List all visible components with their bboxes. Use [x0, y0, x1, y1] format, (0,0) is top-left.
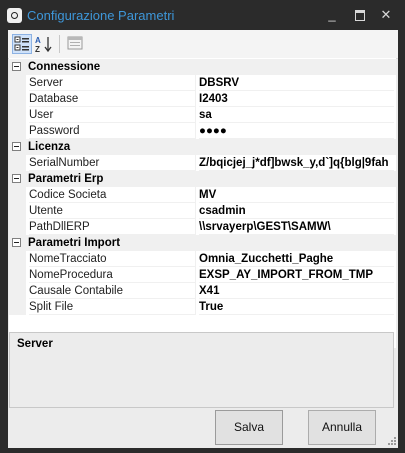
collapse-icon[interactable]: [12, 174, 21, 183]
property-value[interactable]: csadmin: [199, 203, 394, 219]
category-label: Licenza: [28, 141, 71, 153]
property-name: PathDllERP: [29, 219, 196, 235]
property-pages-icon: [67, 36, 83, 50]
category-label: Connessione: [28, 61, 101, 73]
close-button[interactable]: ✕: [376, 6, 396, 24]
property-row-user[interactable]: User sa: [9, 107, 396, 123]
property-name: Codice Societa: [29, 187, 196, 203]
row-margin: [9, 219, 26, 235]
row-margin: [9, 251, 26, 267]
property-value[interactable]: sa: [199, 107, 394, 123]
svg-text:A: A: [35, 36, 41, 45]
row-margin: [9, 107, 26, 123]
row-margin: [9, 283, 26, 299]
save-button[interactable]: Salva: [215, 410, 283, 445]
property-value[interactable]: DBSRV: [199, 75, 394, 91]
dialog-body: A Z Connessione Server DBSRV Database I2…: [8, 30, 398, 448]
row-margin: [9, 91, 26, 107]
property-row-password[interactable]: Password ●●●●: [9, 123, 396, 139]
category-licenza[interactable]: Licenza: [9, 139, 396, 155]
app-icon: [7, 8, 22, 23]
property-value[interactable]: True: [199, 299, 394, 315]
property-row-serialnumber[interactable]: SerialNumber Z/bqicjej_j*df]bwsk_y,d`]q{…: [9, 155, 396, 171]
row-margin: [9, 155, 26, 171]
row-margin: [9, 75, 26, 91]
alphabetical-button[interactable]: A Z: [34, 34, 54, 54]
property-value[interactable]: Z/bqicjej_j*df]bwsk_y,d`]q{blg|9fah: [199, 155, 394, 171]
category-connessione[interactable]: Connessione: [9, 59, 396, 75]
property-grid-toolbar: A Z: [8, 30, 398, 59]
maximize-icon: [355, 10, 365, 21]
category-parametri-erp[interactable]: Parametri Erp: [9, 171, 396, 187]
property-row-split-file[interactable]: Split File True: [9, 299, 396, 315]
row-margin: [9, 123, 26, 139]
property-value[interactable]: X41: [199, 283, 394, 299]
property-row-nometracciato[interactable]: NomeTracciato Omnia_Zucchetti_Paghe: [9, 251, 396, 267]
property-row-utente[interactable]: Utente csadmin: [9, 203, 396, 219]
property-value[interactable]: I2403: [199, 91, 394, 107]
svg-text:Z: Z: [35, 45, 40, 54]
property-row-nomeprocedura[interactable]: NomeProcedura EXSP_AY_IMPORT_FROM_TMP: [9, 267, 396, 283]
property-name: NomeTracciato: [29, 251, 196, 267]
property-row-database[interactable]: Database I2403: [9, 91, 396, 107]
property-row-causale-contabile[interactable]: Causale Contabile X41: [9, 283, 396, 299]
property-pages-button[interactable]: [66, 34, 86, 54]
collapse-icon[interactable]: [12, 142, 21, 151]
window: Configurazione Parametri _ ✕ A Z Conness…: [0, 0, 405, 453]
property-row-pathdllerp[interactable]: PathDllERP \\srvayerp\GEST\SAMW\: [9, 219, 396, 235]
property-value[interactable]: Omnia_Zucchetti_Paghe: [199, 251, 394, 267]
category-label: Parametri Erp: [28, 173, 104, 185]
sort-az-icon: A Z: [35, 36, 52, 54]
cancel-button[interactable]: Annulla: [308, 410, 376, 445]
property-name: Database: [29, 91, 196, 107]
property-value[interactable]: EXSP_AY_IMPORT_FROM_TMP: [199, 267, 394, 283]
property-row-codice-societa[interactable]: Codice Societa MV: [9, 187, 396, 203]
property-name: Split File: [29, 299, 196, 315]
categorized-button[interactable]: [12, 34, 32, 54]
maximize-button[interactable]: [350, 6, 370, 24]
property-name: User: [29, 107, 196, 123]
category-label: Parametri Import: [28, 237, 121, 249]
property-name: Server: [29, 75, 196, 91]
collapse-icon[interactable]: [12, 62, 21, 71]
property-value[interactable]: ●●●●: [199, 123, 394, 139]
property-name: Password: [29, 123, 196, 139]
property-name: Utente: [29, 203, 196, 219]
property-grid: Connessione Server DBSRV Database I2403 …: [9, 58, 396, 348]
property-value[interactable]: MV: [199, 187, 394, 203]
category-parametri-import[interactable]: Parametri Import: [9, 235, 396, 251]
row-margin: [9, 267, 26, 283]
window-title: Configurazione Parametri: [27, 8, 175, 23]
row-margin: [9, 203, 26, 219]
description-title: Server: [17, 338, 53, 350]
title-bar[interactable]: Configurazione Parametri _ ✕: [0, 0, 405, 30]
property-name: Causale Contabile: [29, 283, 196, 299]
property-name: NomeProcedura: [29, 267, 196, 283]
categorized-icon: [14, 36, 29, 51]
row-margin: [9, 187, 26, 203]
resize-grip-icon[interactable]: [388, 437, 396, 445]
description-panel: Server: [9, 332, 394, 408]
toolbar-separator: [59, 35, 60, 53]
property-name: SerialNumber: [29, 155, 196, 171]
row-margin: [9, 299, 26, 315]
property-row-server[interactable]: Server DBSRV: [9, 75, 396, 91]
collapse-icon[interactable]: [12, 238, 21, 247]
minimize-button[interactable]: _: [322, 6, 342, 24]
property-value[interactable]: \\srvayerp\GEST\SAMW\: [199, 219, 394, 235]
